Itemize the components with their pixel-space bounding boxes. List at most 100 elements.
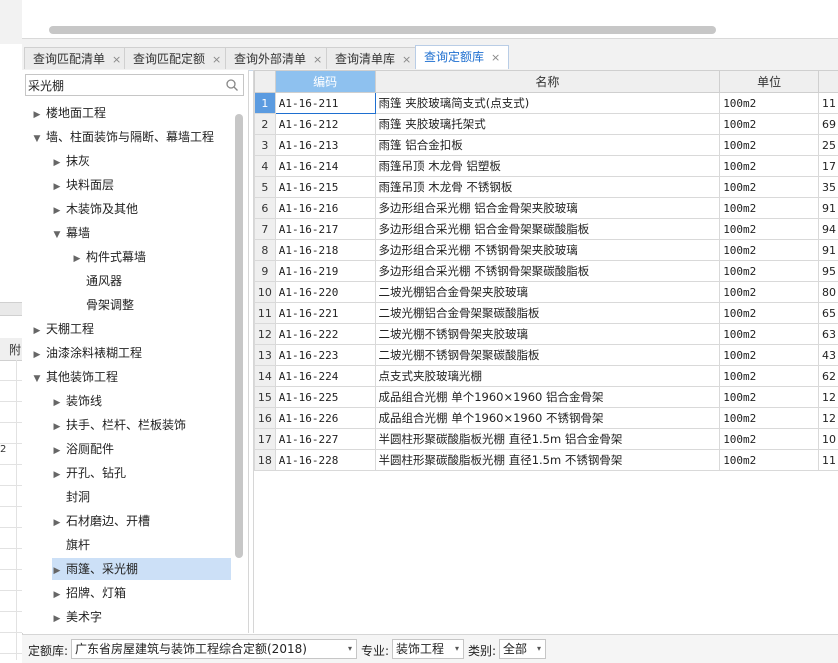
cell-extra[interactable]: 17: [819, 156, 838, 177]
cell-unit[interactable]: 100m2: [720, 219, 819, 240]
table-row[interactable]: 5A1-16-215雨篷吊顶 木龙骨 不锈钢板100m235: [255, 177, 838, 198]
caret-right-icon[interactable]: ▶: [52, 440, 62, 462]
caret-down-icon[interactable]: ▼: [52, 224, 62, 246]
tree-vertical-scrollbar[interactable]: [235, 114, 243, 558]
cell-unit[interactable]: 100m2: [720, 366, 819, 387]
cell-code[interactable]: A1-16-223: [275, 345, 375, 366]
tree-item[interactable]: ▼幕墙: [52, 222, 90, 244]
cell-name[interactable]: 雨篷 夹胶玻璃简支式(点支式): [375, 93, 720, 114]
row-number[interactable]: 15: [255, 387, 276, 408]
cell-unit[interactable]: 100m2: [720, 93, 819, 114]
cell-extra[interactable]: 10: [819, 429, 838, 450]
cell-unit[interactable]: 100m2: [720, 282, 819, 303]
caret-right-icon[interactable]: ▶: [52, 152, 62, 174]
row-number[interactable]: 10: [255, 282, 276, 303]
cell-name[interactable]: 成品组合光棚 单个1960×1960 铝合金骨架: [375, 387, 720, 408]
cell-code[interactable]: A1-16-222: [275, 324, 375, 345]
close-icon[interactable]: ×: [313, 53, 322, 66]
tab-query-match-quota[interactable]: 查询匹配定额×: [124, 47, 230, 69]
caret-down-icon[interactable]: ▼: [32, 368, 42, 390]
cell-unit[interactable]: 100m2: [720, 177, 819, 198]
cell-extra[interactable]: 91: [819, 240, 838, 261]
close-icon[interactable]: ×: [491, 51, 500, 64]
cell-extra[interactable]: 11: [819, 450, 838, 471]
cell-extra[interactable]: 12: [819, 408, 838, 429]
row-number[interactable]: 5: [255, 177, 276, 198]
close-icon[interactable]: ×: [402, 53, 411, 66]
caret-right-icon[interactable]: ▶: [52, 584, 62, 606]
tab-query-external-list[interactable]: 查询外部清单×: [225, 47, 331, 69]
cell-unit[interactable]: 100m2: [720, 198, 819, 219]
table-row[interactable]: 9A1-16-219多边形组合采光棚 不锈钢骨架聚碳酸脂板100m295: [255, 261, 838, 282]
caret-right-icon[interactable]: ▶: [52, 200, 62, 222]
row-number[interactable]: 3: [255, 135, 276, 156]
cell-name[interactable]: 二坡光棚不锈钢骨架聚碳酸脂板: [375, 345, 720, 366]
tree-item[interactable]: ▶开孔、钻孔: [52, 462, 126, 484]
caret-right-icon[interactable]: ▶: [52, 512, 62, 534]
horizontal-scrollbar[interactable]: [49, 26, 716, 34]
cell-unit[interactable]: 100m2: [720, 303, 819, 324]
cell-code[interactable]: A1-16-217: [275, 219, 375, 240]
caret-right-icon[interactable]: ▶: [52, 416, 62, 438]
table-row[interactable]: 2A1-16-212雨篷 夹胶玻璃托架式100m269: [255, 114, 838, 135]
caret-right-icon[interactable]: ▶: [52, 608, 62, 630]
cell-extra[interactable]: 62: [819, 366, 838, 387]
table-row[interactable]: 10A1-16-220二坡光棚铝合金骨架夹胶玻璃100m280: [255, 282, 838, 303]
cell-code[interactable]: A1-16-228: [275, 450, 375, 471]
row-number[interactable]: 2: [255, 114, 276, 135]
tab-query-match-list[interactable]: 查询匹配清单×: [24, 47, 130, 69]
cell-code[interactable]: A1-16-227: [275, 429, 375, 450]
caret-right-icon[interactable]: ▶: [72, 248, 82, 270]
row-number[interactable]: 4: [255, 156, 276, 177]
cell-name[interactable]: 多边形组合采光棚 铝合金骨架夹胶玻璃: [375, 198, 720, 219]
cell-unit[interactable]: 100m2: [720, 261, 819, 282]
row-number[interactable]: 1: [255, 93, 276, 114]
caret-right-icon[interactable]: ▶: [32, 344, 42, 366]
category-select[interactable]: 全部 ▾: [499, 639, 546, 659]
cell-code[interactable]: A1-16-214: [275, 156, 375, 177]
tab-query-quota-library[interactable]: 查询定额库×: [415, 45, 509, 69]
cell-name[interactable]: 雨篷吊顶 木龙骨 铝塑板: [375, 156, 720, 177]
cell-unit[interactable]: 100m2: [720, 156, 819, 177]
cell-name[interactable]: 雨篷 夹胶玻璃托架式: [375, 114, 720, 135]
cell-code[interactable]: A1-16-216: [275, 198, 375, 219]
cell-extra[interactable]: 63: [819, 324, 838, 345]
caret-right-icon[interactable]: ▶: [52, 560, 62, 582]
cell-name[interactable]: 半圆柱形聚碳酸脂板光棚 直径1.5m 不锈钢骨架: [375, 450, 720, 471]
row-number[interactable]: 7: [255, 219, 276, 240]
cell-code[interactable]: A1-16-213: [275, 135, 375, 156]
cell-extra[interactable]: 43: [819, 345, 838, 366]
table-row[interactable]: 8A1-16-218多边形组合采光棚 不锈钢骨架夹胶玻璃100m291: [255, 240, 838, 261]
cell-code[interactable]: A1-16-220: [275, 282, 375, 303]
cell-name[interactable]: 多边形组合采光棚 不锈钢骨架聚碳酸脂板: [375, 261, 720, 282]
cell-extra[interactable]: 91: [819, 198, 838, 219]
column-header-unit[interactable]: 单位: [720, 71, 819, 93]
table-row[interactable]: 3A1-16-213雨篷 铝合金扣板100m225: [255, 135, 838, 156]
cell-extra[interactable]: 94: [819, 219, 838, 240]
caret-right-icon[interactable]: ▶: [32, 104, 42, 126]
row-number[interactable]: 12: [255, 324, 276, 345]
cell-code[interactable]: A1-16-221: [275, 303, 375, 324]
cell-name[interactable]: 二坡光棚铝合金骨架夹胶玻璃: [375, 282, 720, 303]
table-row[interactable]: 4A1-16-214雨篷吊顶 木龙骨 铝塑板100m217: [255, 156, 838, 177]
row-number[interactable]: 6: [255, 198, 276, 219]
column-header-extra[interactable]: [819, 71, 838, 93]
row-number[interactable]: 14: [255, 366, 276, 387]
cell-extra[interactable]: 69: [819, 114, 838, 135]
cell-name[interactable]: 点支式夹胶玻璃光棚: [375, 366, 720, 387]
search-input[interactable]: [28, 76, 218, 94]
table-row[interactable]: 6A1-16-216多边形组合采光棚 铝合金骨架夹胶玻璃100m291: [255, 198, 838, 219]
caret-right-icon[interactable]: ▶: [52, 392, 62, 414]
table-row[interactable]: 13A1-16-223二坡光棚不锈钢骨架聚碳酸脂板100m243: [255, 345, 838, 366]
cell-unit[interactable]: 100m2: [720, 387, 819, 408]
cell-code[interactable]: A1-16-218: [275, 240, 375, 261]
cell-extra[interactable]: 80: [819, 282, 838, 303]
cell-code[interactable]: A1-16-224: [275, 366, 375, 387]
cell-code[interactable]: A1-16-225: [275, 387, 375, 408]
cell-unit[interactable]: 100m2: [720, 408, 819, 429]
cell-extra[interactable]: 12: [819, 387, 838, 408]
tree-item[interactable]: ▶招牌、灯箱: [52, 582, 126, 604]
row-number[interactable]: 8: [255, 240, 276, 261]
column-header-name[interactable]: 名称: [375, 71, 720, 93]
tree-item[interactable]: ▶石材磨边、开槽: [52, 510, 150, 532]
